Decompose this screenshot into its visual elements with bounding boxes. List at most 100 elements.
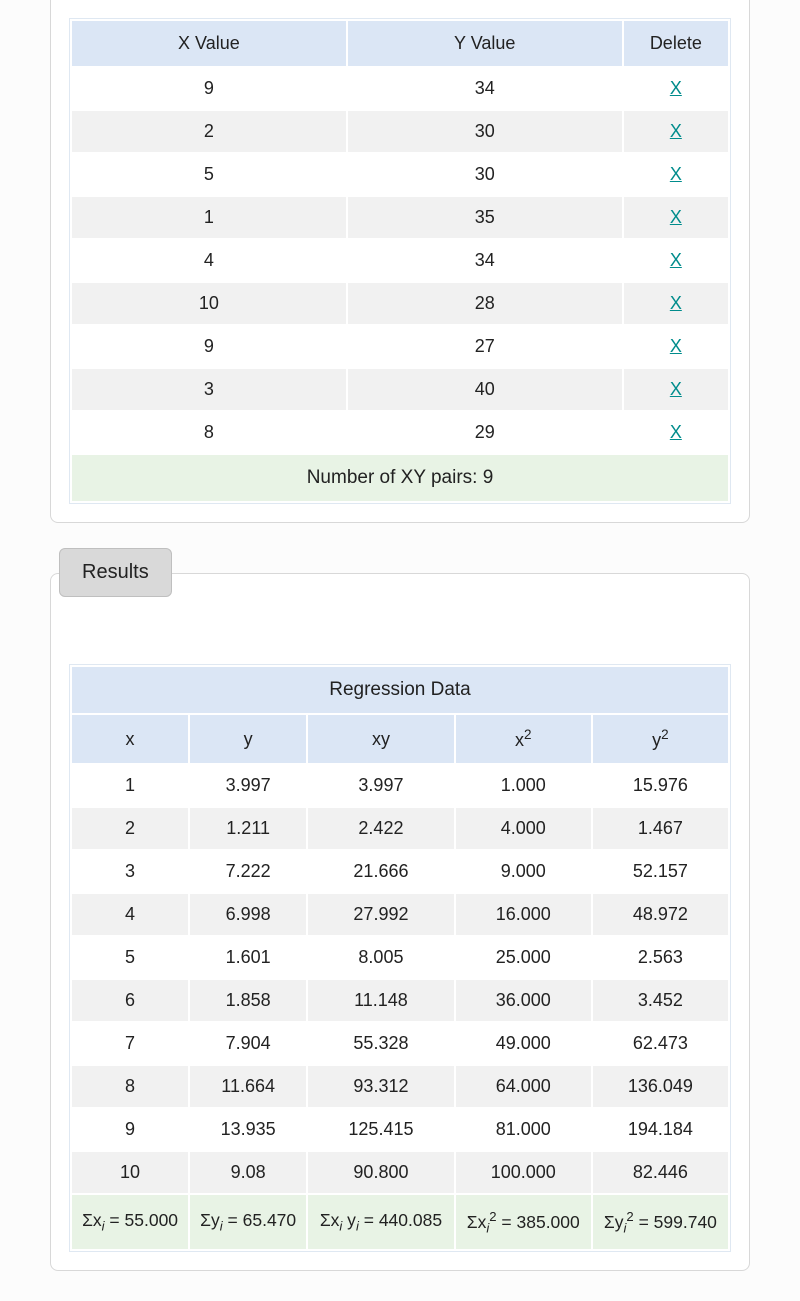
- xy-data-table: X Value Y Value Delete 934X230X530X135X4…: [69, 18, 731, 504]
- xy-cell-delete: X: [624, 369, 728, 410]
- results-tab[interactable]: Results: [59, 548, 172, 597]
- reg-row: 51.6018.00525.0002.563: [72, 937, 728, 978]
- xy-cell-delete: X: [624, 154, 728, 195]
- reg-cell-xy: 21.666: [308, 851, 453, 892]
- reg-cell-y: 11.664: [190, 1066, 306, 1107]
- delete-row-link[interactable]: X: [670, 78, 682, 98]
- sum-y2: Σyi2 = 599.740: [593, 1195, 728, 1249]
- reg-header-x2: x2: [456, 715, 591, 763]
- reg-cell-x: 5: [72, 937, 188, 978]
- reg-cell-x: 8: [72, 1066, 188, 1107]
- delete-row-link[interactable]: X: [670, 293, 682, 313]
- xy-cell-x: 1: [72, 197, 346, 238]
- xy-row: 230 X: [72, 111, 728, 152]
- reg-cell-y: 1.601: [190, 937, 306, 978]
- xy-cell-x: 2: [72, 111, 346, 152]
- reg-cell-y2: 194.184: [593, 1109, 728, 1150]
- xy-cell-x: 9: [72, 68, 346, 109]
- reg-cell-x: 9: [72, 1109, 188, 1150]
- sum-y: Σyi = 65.470: [190, 1195, 306, 1249]
- reg-row: 46.99827.99216.00048.972: [72, 894, 728, 935]
- xy-cell-y: 30: [348, 111, 622, 152]
- sum-x: Σxi = 55.000: [72, 1195, 188, 1249]
- reg-header-xy: xy: [308, 715, 453, 763]
- sum-xy: Σxi yi = 440.085: [308, 1195, 453, 1249]
- xy-cell-x: 3: [72, 369, 346, 410]
- reg-cell-y: 7.904: [190, 1023, 306, 1064]
- xy-header-delete: Delete: [624, 21, 728, 66]
- xy-row: 340 X: [72, 369, 728, 410]
- reg-cell-y: 1.211: [190, 808, 306, 849]
- xy-cell-delete: X: [624, 283, 728, 324]
- reg-cell-y: 1.858: [190, 980, 306, 1021]
- reg-cell-y2: 2.563: [593, 937, 728, 978]
- delete-row-link[interactable]: X: [670, 164, 682, 184]
- reg-cell-xy: 93.312: [308, 1066, 453, 1107]
- reg-row: 61.85811.14836.0003.452: [72, 980, 728, 1021]
- xy-row: 927 X: [72, 326, 728, 367]
- reg-cell-x2: 36.000: [456, 980, 591, 1021]
- reg-row: 913.935125.41581.000194.184: [72, 1109, 728, 1150]
- reg-cell-xy: 11.148: [308, 980, 453, 1021]
- reg-header-x: x: [72, 715, 188, 763]
- reg-cell-x2: 9.000: [456, 851, 591, 892]
- regression-data-table: Regression Data x y xy x2 y2 13.9973.997…: [69, 664, 731, 1252]
- reg-cell-x2: 81.000: [456, 1109, 591, 1150]
- reg-cell-y2: 3.452: [593, 980, 728, 1021]
- xy-cell-delete: X: [624, 240, 728, 281]
- reg-cell-y: 13.935: [190, 1109, 306, 1150]
- xy-cell-x: 8: [72, 412, 346, 453]
- reg-header-y: y: [190, 715, 306, 763]
- xy-row: 829 X: [72, 412, 728, 453]
- xy-cell-delete: X: [624, 412, 728, 453]
- reg-cell-x: 10: [72, 1152, 188, 1193]
- xy-data-card: X Value Y Value Delete 934X230X530X135X4…: [50, 0, 750, 523]
- reg-cell-x: 1: [72, 765, 188, 806]
- delete-row-link[interactable]: X: [670, 121, 682, 141]
- reg-row: 21.2112.4224.0001.467: [72, 808, 728, 849]
- xy-row: 434X: [72, 240, 728, 281]
- reg-cell-xy: 27.992: [308, 894, 453, 935]
- reg-cell-x: 2: [72, 808, 188, 849]
- reg-cell-x2: 100.000: [456, 1152, 591, 1193]
- reg-row: 13.9973.9971.00015.976: [72, 765, 728, 806]
- reg-cell-xy: 2.422: [308, 808, 453, 849]
- reg-cell-x: 4: [72, 894, 188, 935]
- reg-cell-xy: 3.997: [308, 765, 453, 806]
- reg-cell-x2: 64.000: [456, 1066, 591, 1107]
- xy-cell-x: 4: [72, 240, 346, 281]
- xy-cell-x: 5: [72, 154, 346, 195]
- reg-cell-y: 7.222: [190, 851, 306, 892]
- xy-cell-y: 34: [348, 68, 622, 109]
- reg-cell-y: 6.998: [190, 894, 306, 935]
- reg-cell-xy: 55.328: [308, 1023, 453, 1064]
- sum-x2: Σxi2 = 385.000: [456, 1195, 591, 1249]
- xy-cell-x: 10: [72, 283, 346, 324]
- reg-cell-xy: 8.005: [308, 937, 453, 978]
- reg-row: 109.0890.800100.00082.446: [72, 1152, 728, 1193]
- xy-cell-x: 9: [72, 326, 346, 367]
- reg-row: 77.90455.32849.00062.473: [72, 1023, 728, 1064]
- xy-cell-y: 35: [348, 197, 622, 238]
- reg-cell-x2: 25.000: [456, 937, 591, 978]
- reg-header-y2: y2: [593, 715, 728, 763]
- xy-cell-y: 29: [348, 412, 622, 453]
- reg-cell-xy: 90.800: [308, 1152, 453, 1193]
- reg-cell-y2: 82.446: [593, 1152, 728, 1193]
- xy-row: 530X: [72, 154, 728, 195]
- delete-row-link[interactable]: X: [670, 379, 682, 399]
- reg-cell-y2: 62.473: [593, 1023, 728, 1064]
- xy-cell-delete: X: [624, 197, 728, 238]
- xy-row: 1028X: [72, 283, 728, 324]
- reg-cell-x2: 4.000: [456, 808, 591, 849]
- delete-row-link[interactable]: X: [670, 250, 682, 270]
- reg-cell-x2: 1.000: [456, 765, 591, 806]
- delete-row-link[interactable]: X: [670, 422, 682, 442]
- reg-cell-y2: 52.157: [593, 851, 728, 892]
- xy-cell-y: 40: [348, 369, 622, 410]
- delete-row-link[interactable]: X: [670, 207, 682, 227]
- xy-cell-delete: X: [624, 326, 728, 367]
- xy-cell-y: 27: [348, 326, 622, 367]
- xy-cell-delete: X: [624, 111, 728, 152]
- delete-row-link[interactable]: X: [670, 336, 682, 356]
